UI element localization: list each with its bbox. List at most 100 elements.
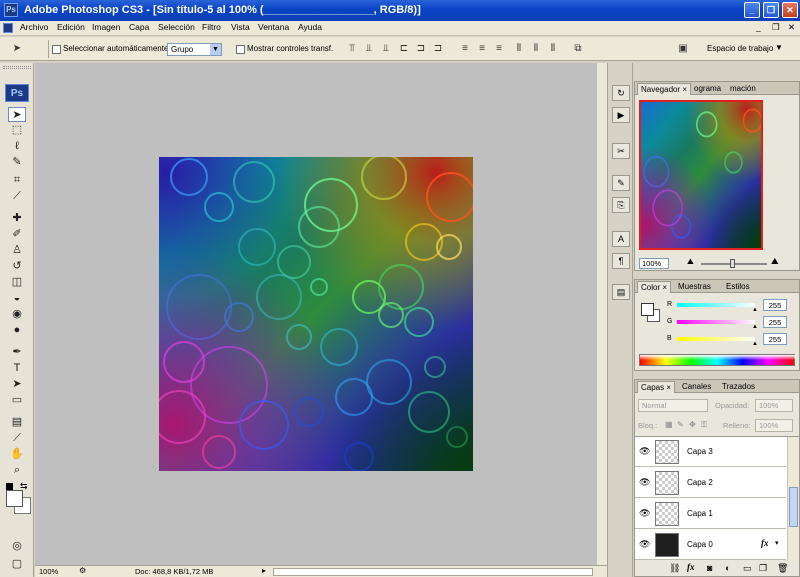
zoom-in-icon[interactable]: ⛰ <box>771 256 779 267</box>
doc-info[interactable]: Doc: 468,8 KB/1,72 MB <box>135 567 213 576</box>
menu-seleccion[interactable]: Selección <box>158 22 195 32</box>
layer-row[interactable]: 👁 Capa 1 <box>635 499 786 529</box>
menu-ventana[interactable]: Ventana <box>258 22 289 32</box>
fill-field[interactable]: 100% <box>755 419 793 432</box>
clone-source-panel-icon[interactable]: ⎘ <box>612 197 630 213</box>
pen-tool-icon[interactable]: ✒ <box>8 345 26 360</box>
eye-icon[interactable]: 👁 <box>639 446 650 456</box>
tab-capas[interactable]: Capas × <box>637 381 676 393</box>
adjustment-icon[interactable]: ◐ <box>725 563 730 573</box>
blend-mode-dropdown[interactable]: Normal <box>638 399 708 412</box>
ps-logo[interactable]: Ps <box>5 84 29 102</box>
eye-icon[interactable]: 👁 <box>639 539 650 549</box>
layer-row[interactable]: 👁 Capa 2 <box>635 468 786 498</box>
screen-mode-icon[interactable]: ▢ <box>8 557 26 572</box>
brush-tool-icon[interactable]: ✐ <box>8 227 26 242</box>
blur-tool-icon[interactable]: ◉ <box>8 307 26 322</box>
layers-scrollbar[interactable] <box>787 437 799 561</box>
move-tool-icon[interactable]: ➤ <box>8 107 26 122</box>
align-top-icon[interactable]: ⫪ <box>345 42 359 56</box>
menu-ayuda[interactable]: Ayuda <box>298 22 322 32</box>
notes-tool-icon[interactable]: ▤ <box>8 415 26 430</box>
status-menu-icon[interactable]: ⚙ <box>79 566 86 575</box>
auto-select-checkbox[interactable] <box>52 45 61 54</box>
hand-tool-icon[interactable]: ✋ <box>8 447 26 462</box>
distribute-bottom-icon[interactable]: ≡ <box>492 42 506 56</box>
history-panel-icon[interactable]: ↻ <box>612 85 630 101</box>
channel-r-handle-icon[interactable]: ▲ <box>752 307 758 313</box>
layer-name[interactable]: Capa 3 <box>687 447 713 456</box>
lock-all-icon[interactable]: ⚿ <box>701 420 707 430</box>
history-brush-tool-icon[interactable]: ↺ <box>8 259 26 274</box>
quick-mask-icon[interactable]: ◎ <box>8 539 26 554</box>
channel-r-value[interactable]: 255 <box>763 299 787 311</box>
align-hcenter-icon[interactable]: ⊐ <box>414 42 428 56</box>
layer-row[interactable]: 👁 Capa 0 fx ▾ <box>635 530 786 560</box>
channel-r-slider[interactable] <box>677 303 755 307</box>
dodge-tool-icon[interactable]: ● <box>8 323 26 338</box>
layers-scroll-thumb[interactable] <box>789 487 798 527</box>
foreground-color-swatch[interactable] <box>6 490 23 507</box>
workspace-menu[interactable]: Espacio de trabajo <box>707 44 773 53</box>
layer-name[interactable]: Capa 2 <box>687 478 713 487</box>
channel-g-slider[interactable] <box>677 320 755 324</box>
lock-transparency-icon[interactable]: ▦ <box>665 420 673 429</box>
align-right-icon[interactable]: ⊐ <box>431 42 445 56</box>
clone-stamp-tool-icon[interactable]: ♙ <box>8 243 26 258</box>
menu-capa[interactable]: Capa <box>129 22 149 32</box>
distribute-hcenter-icon[interactable]: ⦀ <box>529 42 543 56</box>
align-vcenter-icon[interactable]: ⫫ <box>362 42 376 56</box>
color-spectrum-ramp[interactable] <box>639 354 796 366</box>
align-bottom-icon[interactable]: ⫫ <box>379 42 393 56</box>
tab-estilos[interactable]: Estilos <box>723 281 753 293</box>
link-icon[interactable]: ⛓ <box>669 563 680 574</box>
document-canvas[interactable] <box>159 157 473 471</box>
align-left-icon[interactable]: ⊏ <box>397 42 411 56</box>
zoom-out-icon[interactable]: ⛰ <box>687 257 694 267</box>
eye-icon[interactable]: 👁 <box>639 508 650 518</box>
minimize-button[interactable]: _ <box>744 2 760 18</box>
lock-pixels-icon[interactable]: ✎ <box>677 420 684 429</box>
navigator-zoom-field[interactable]: 100% <box>639 258 669 269</box>
move-tool-preset-icon[interactable]: ➤ <box>10 42 24 56</box>
channel-g-value[interactable]: 255 <box>763 316 787 328</box>
auto-align-icon[interactable]: ⧉ <box>571 42 585 56</box>
mask-icon[interactable]: ◙ <box>707 563 712 573</box>
fx-expand-icon[interactable]: ▾ <box>775 539 779 547</box>
horizontal-scrollbar[interactable] <box>273 568 593 576</box>
opacity-field[interactable]: 100% <box>755 399 793 412</box>
menu-vista[interactable]: Vista <box>231 22 250 32</box>
channel-b-slider[interactable] <box>677 337 755 341</box>
restore-button[interactable]: ❐ <box>763 2 779 18</box>
layer-name[interactable]: Capa 1 <box>687 509 713 518</box>
workspace-chevron-icon[interactable]: ▼ <box>775 43 783 52</box>
eyedropper-tool-icon[interactable]: ⟋ <box>8 431 26 446</box>
layer-row[interactable]: 👁 Capa 3 <box>635 437 786 467</box>
healing-brush-tool-icon[interactable]: ✚ <box>8 211 26 226</box>
rectangle-tool-icon[interactable]: ▭ <box>8 393 26 408</box>
menu-imagen[interactable]: Imagen <box>92 22 120 32</box>
distribute-vcenter-icon[interactable]: ≡ <box>475 42 489 56</box>
slice-tool-icon[interactable]: ⟋ <box>8 189 26 204</box>
actions-panel-icon[interactable]: ▶ <box>612 107 630 123</box>
channel-b-handle-icon[interactable]: ▲ <box>752 341 758 347</box>
fx-icon[interactable]: fx <box>687 562 695 572</box>
path-select-tool-icon[interactable]: ➤ <box>8 377 26 392</box>
color-fg-swatch[interactable] <box>641 303 654 316</box>
zoom-tool-icon[interactable]: ⌕ <box>8 463 26 478</box>
tab-histograma[interactable]: ograma <box>691 83 724 95</box>
doc-restore-button[interactable]: ❐ <box>772 22 780 33</box>
navigator-preview[interactable] <box>639 100 763 250</box>
default-colors-icon[interactable] <box>6 483 13 490</box>
workspace-vertical-scrollbar[interactable] <box>597 63 607 565</box>
layer-name[interactable]: Capa 0 <box>687 540 713 549</box>
menu-edicion[interactable]: Edición <box>57 22 85 32</box>
eye-icon[interactable]: 👁 <box>639 477 650 487</box>
tab-canales[interactable]: Canales <box>679 381 714 393</box>
ps-menu-icon[interactable] <box>3 23 13 33</box>
eraser-tool-icon[interactable]: ◫ <box>8 275 26 290</box>
navigator-zoom-handle[interactable] <box>730 259 735 268</box>
toolbox-grip[interactable] <box>3 66 31 69</box>
channel-b-value[interactable]: 255 <box>763 333 787 345</box>
type-tool-icon[interactable]: T <box>8 361 26 376</box>
